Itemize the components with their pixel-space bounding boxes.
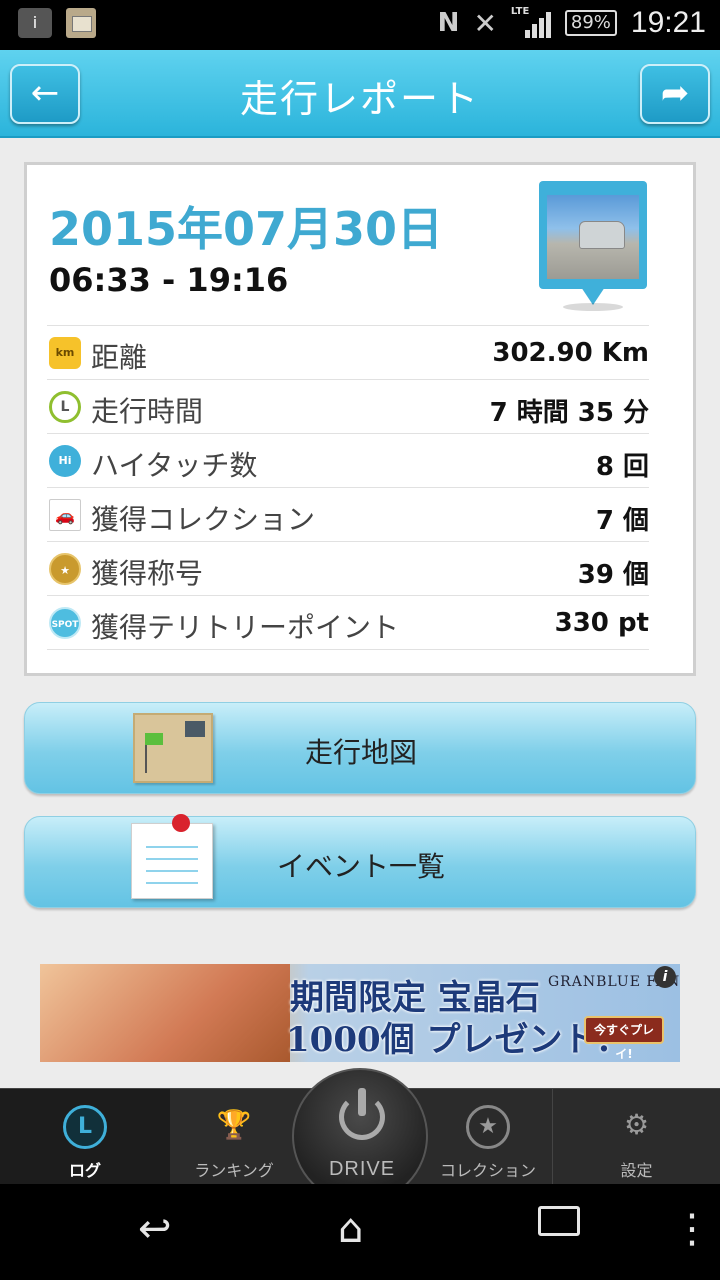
tab-settings[interactable]: ⚙ 設定	[552, 1089, 720, 1185]
report-time-range: 06:33 - 19:16	[49, 261, 289, 299]
stat-row-hi-touch: Hi ハイタッチ数 8 回	[47, 434, 649, 488]
drive-map-button[interactable]: 走行地図	[24, 702, 696, 794]
stat-value: 7 個	[595, 506, 649, 536]
stat-label: 獲得テリトリーポイント	[91, 611, 400, 644]
recent-apps-icon[interactable]	[538, 1206, 580, 1236]
stat-value: 302.90 Km	[492, 338, 649, 368]
nfc-icon: N	[437, 8, 460, 38]
van-image	[579, 221, 625, 249]
stat-value: 330 pt	[554, 608, 649, 638]
stat-label: 獲得称号	[91, 557, 204, 590]
tab-ranking[interactable]: 🏆 ランキング	[170, 1089, 298, 1185]
drive-map-label: 走行地図	[304, 736, 417, 769]
event-list-button[interactable]: イベント一覧	[24, 814, 696, 908]
signal-icon: LTE	[511, 6, 551, 40]
km-icon: km	[49, 337, 81, 369]
medal-icon: ★	[49, 553, 81, 585]
stat-label: 距離	[91, 341, 148, 374]
stat-row-titles: ★ 獲得称号 39 個	[47, 542, 649, 596]
stat-label: 走行時間	[91, 395, 204, 428]
hi-five-icon: Hi	[49, 445, 81, 477]
report-date: 2015年07月30日	[49, 202, 444, 256]
tab-collection[interactable]: ★ コレクション	[426, 1089, 550, 1185]
spot-icon: SPOT	[49, 607, 81, 639]
photo-pin-thumbnail[interactable]	[539, 181, 647, 311]
title-bar: ← 走行レポート ➦	[0, 50, 720, 138]
stat-value: 7 時間 35 分	[489, 398, 649, 428]
stat-value: 39 個	[577, 560, 649, 590]
stat-label: 獲得コレクション	[91, 503, 316, 536]
trophy-icon: 🏆	[216, 1108, 252, 1141]
stats-list: km 距離 302.90 Km L 走行時間 7 時間 35 分 Hi ハイタッ…	[47, 325, 649, 650]
stat-label: ハイタッチ数	[91, 449, 258, 482]
tab-label: ログ	[68, 1161, 101, 1180]
back-nav-icon[interactable]: ↩	[138, 1206, 172, 1252]
car-icon: 🚗	[49, 499, 81, 531]
ad-banner[interactable]: 期間限定 宝晶石 GRANBLUE FANTA 1000個 プレゼント! 今すぐ…	[40, 964, 680, 1062]
battery-indicator: 89%	[564, 10, 617, 36]
stat-row-territory: SPOT 獲得テリトリーポイント 330 pt	[47, 596, 649, 650]
info-notification-icon: i	[18, 8, 52, 38]
ad-info-icon[interactable]: i	[654, 966, 676, 988]
stat-row-drive-time: L 走行時間 7 時間 35 分	[47, 380, 649, 434]
app-notification-icon	[66, 8, 96, 38]
clock-log-icon: L	[63, 1105, 107, 1149]
stat-row-collection: 🚗 獲得コレクション 7 個	[47, 488, 649, 542]
page-title: 走行レポート	[239, 77, 480, 121]
tab-log[interactable]: L ログ	[0, 1089, 170, 1185]
drive-label: DRIVE	[328, 1158, 396, 1180]
tab-label: コレクション	[439, 1161, 536, 1180]
system-nav-bar: ↩ ⌂ ⋮	[0, 1184, 720, 1280]
share-button[interactable]: ➦	[640, 64, 710, 124]
vibrate-off-icon: ✕	[473, 6, 497, 40]
clock-time: 19:21	[630, 6, 706, 39]
event-list-label: イベント一覧	[276, 850, 445, 883]
status-bar: i N ✕ LTE 89% 19:21	[0, 0, 720, 50]
ad-play-button[interactable]: 今すぐプレイ!	[584, 1016, 664, 1061]
tab-label: ランキング	[194, 1161, 274, 1180]
gear-icon: ⚙	[623, 1108, 650, 1141]
clock-icon: L	[49, 391, 81, 423]
stat-value: 8 回	[595, 452, 649, 482]
report-card: 2015年07月30日 06:33 - 19:16 km 距離 302.90 K…	[24, 162, 696, 676]
stat-row-distance: km 距離 302.90 Km	[47, 326, 649, 380]
share-icon: ➦	[660, 73, 690, 113]
menu-dots-icon[interactable]: ⋮	[672, 1206, 712, 1252]
ad-character-art	[40, 964, 290, 1062]
home-nav-icon[interactable]: ⌂	[338, 1206, 363, 1252]
tab-label: 設定	[620, 1161, 653, 1180]
star-icon: ★	[466, 1105, 510, 1149]
ad-subheadline: 1000個 プレゼント!	[286, 1020, 612, 1060]
